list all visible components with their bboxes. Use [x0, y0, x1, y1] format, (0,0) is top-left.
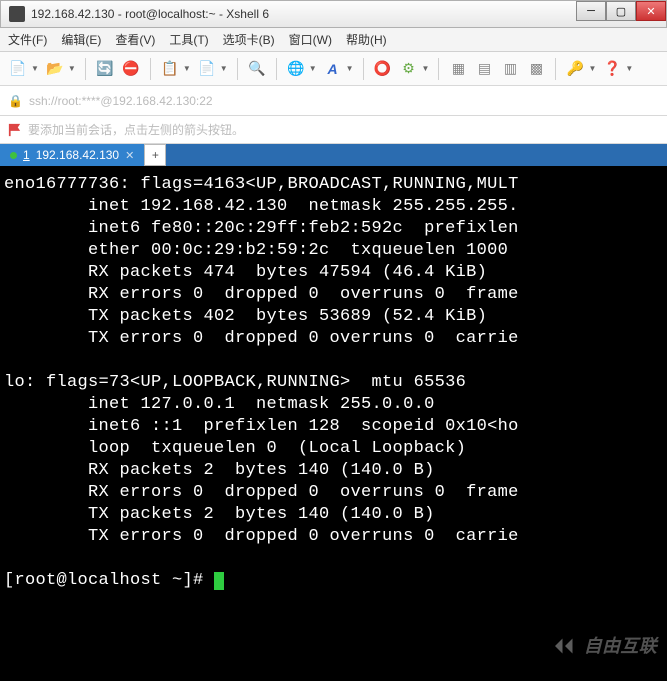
hint-text: 要添加当前会话，点击左侧的箭头按钮。	[28, 121, 244, 138]
term-line: TX errors 0 dropped 0 overruns 0 carrie	[4, 329, 519, 348]
paste-icon[interactable]: 📄	[197, 59, 217, 79]
grid-icon[interactable]: ▩	[526, 59, 546, 79]
dropdown-icon[interactable]: ▼	[346, 64, 354, 73]
term-line: eno16777736: flags=4163<UP,BROADCAST,RUN…	[4, 175, 519, 194]
term-line: inet 192.168.42.130 netmask 255.255.255.	[4, 197, 519, 216]
menu-edit[interactable]: 编辑(E)	[61, 31, 101, 48]
menu-tabs[interactable]: 选项卡(B)	[223, 31, 275, 48]
prompt: [root@localhost ~]#	[4, 571, 214, 590]
term-line: loop txqueuelen 0 (Local Loopback)	[4, 439, 466, 458]
dropdown-icon[interactable]: ▼	[422, 64, 430, 73]
maximize-button[interactable]: ▢	[606, 1, 636, 21]
window-controls: ─ ▢ ✕	[576, 1, 666, 27]
term-line: inet6 fe80::20c:29ff:feb2:592c prefixlen	[4, 219, 519, 238]
term-line: TX errors 0 dropped 0 overruns 0 carrie	[4, 527, 519, 546]
term-line: RX packets 474 bytes 47594 (46.4 KiB)	[4, 263, 487, 282]
term-line: lo: flags=73<UP,LOOPBACK,RUNNING> mtu 65…	[4, 373, 466, 392]
separator	[237, 58, 238, 80]
window-title: 192.168.42.130 - root@localhost:~ - Xshe…	[31, 7, 576, 21]
menu-view[interactable]: 查看(V)	[115, 31, 155, 48]
flag-icon[interactable]	[8, 123, 22, 137]
term-line: TX packets 2 bytes 140 (140.0 B)	[4, 505, 435, 524]
window-titlebar: 192.168.42.130 - root@localhost:~ - Xshe…	[0, 0, 667, 28]
tab-bar: 1 192.168.42.130 ✕ +	[0, 144, 667, 166]
cascade-icon[interactable]: ▤	[474, 59, 494, 79]
separator	[85, 58, 86, 80]
separator	[276, 58, 277, 80]
menu-window[interactable]: 窗口(W)	[289, 31, 332, 48]
watermark: 自由互联	[550, 631, 657, 661]
term-line: RX errors 0 dropped 0 overruns 0 frame	[4, 285, 519, 304]
tab-close-icon[interactable]: ✕	[125, 149, 134, 162]
arrange-icon[interactable]: ▥	[500, 59, 520, 79]
dropdown-icon[interactable]: ▼	[309, 64, 317, 73]
properties-icon[interactable]: ⚙	[399, 59, 419, 79]
separator	[363, 58, 364, 80]
find-icon[interactable]: 🔍	[247, 59, 267, 79]
term-line: TX packets 402 bytes 53689 (52.4 KiB)	[4, 307, 487, 326]
xftp-icon[interactable]: ⭕	[373, 59, 393, 79]
dropdown-icon[interactable]: ▼	[625, 64, 633, 73]
disconnect-icon[interactable]: ⛔	[121, 59, 141, 79]
help-icon[interactable]: ❓	[602, 59, 622, 79]
menubar: 文件(F) 编辑(E) 查看(V) 工具(T) 选项卡(B) 窗口(W) 帮助(…	[0, 28, 667, 52]
app-icon	[9, 6, 25, 22]
session-tab[interactable]: 1 192.168.42.130 ✕	[0, 144, 144, 166]
dropdown-icon[interactable]: ▼	[183, 64, 191, 73]
add-tab-button[interactable]: +	[144, 144, 166, 166]
address-bar: 🔒 ssh://root:****@192.168.42.130:22	[0, 86, 667, 116]
term-line: RX errors 0 dropped 0 overruns 0 frame	[4, 483, 519, 502]
font-icon[interactable]: A	[323, 59, 343, 79]
tab-label: 192.168.42.130	[36, 148, 119, 162]
menu-file[interactable]: 文件(F)	[8, 31, 47, 48]
menu-tools[interactable]: 工具(T)	[169, 31, 208, 48]
key-icon[interactable]: 🔑	[565, 59, 585, 79]
tab-index: 1	[23, 148, 30, 162]
terminal[interactable]: eno16777736: flags=4163<UP,BROADCAST,RUN…	[0, 166, 667, 681]
globe-icon[interactable]: 🌐	[286, 59, 306, 79]
separator	[150, 58, 151, 80]
dropdown-icon[interactable]: ▼	[68, 64, 76, 73]
tile-icon[interactable]: ▦	[448, 59, 468, 79]
menu-help[interactable]: 帮助(H)	[346, 31, 387, 48]
term-line: RX packets 2 bytes 140 (140.0 B)	[4, 461, 435, 480]
connected-indicator-icon	[10, 152, 17, 159]
copy-icon[interactable]: 📋	[160, 59, 180, 79]
minimize-button[interactable]: ─	[576, 1, 606, 21]
separator	[438, 58, 439, 80]
cursor	[214, 572, 224, 590]
separator	[555, 58, 556, 80]
hint-bar: 要添加当前会话，点击左侧的箭头按钮。	[0, 116, 667, 144]
close-button[interactable]: ✕	[636, 1, 666, 21]
watermark-text: 自由互联	[584, 635, 657, 657]
lock-icon: 🔒	[8, 94, 23, 108]
dropdown-icon[interactable]: ▼	[220, 64, 228, 73]
new-session-icon[interactable]: 📄	[8, 59, 28, 79]
dropdown-icon[interactable]: ▼	[588, 64, 596, 73]
term-line: inet 127.0.0.1 netmask 255.0.0.0	[4, 395, 435, 414]
reconnect-icon[interactable]: 🔄	[95, 59, 115, 79]
address-text[interactable]: ssh://root:****@192.168.42.130:22	[29, 94, 213, 108]
dropdown-icon[interactable]: ▼	[31, 64, 39, 73]
toolbar: 📄▼ 📂▼ 🔄 ⛔ 📋▼ 📄▼ 🔍 🌐▼ A▼ ⭕ ⚙▼ ▦ ▤ ▥ ▩ 🔑▼ …	[0, 52, 667, 86]
open-icon[interactable]: 📂	[45, 59, 65, 79]
term-line: ether 00:0c:29:b2:59:2c txqueuelen 1000	[4, 241, 519, 260]
term-line: inet6 ::1 prefixlen 128 scopeid 0x10<ho	[4, 417, 519, 436]
